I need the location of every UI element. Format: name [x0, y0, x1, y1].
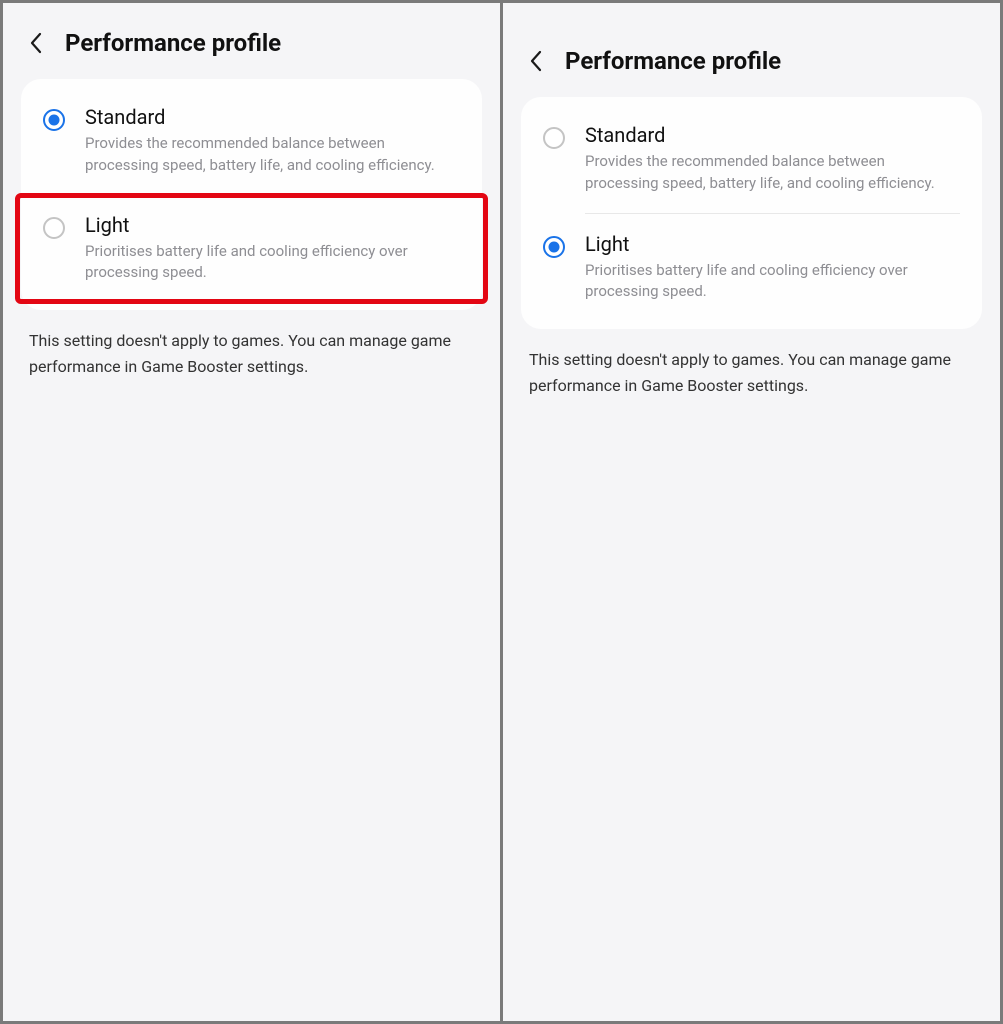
- options-card: Standard Provides the recommended balanc…: [21, 79, 482, 310]
- page-title: Performance profile: [65, 29, 281, 57]
- header: Performance profile: [21, 21, 482, 79]
- panel-left: Performance profile Standard Provides th…: [3, 3, 500, 1021]
- option-standard-desc: Provides the recommended balance between…: [85, 133, 460, 177]
- radio-light[interactable]: [43, 217, 65, 239]
- option-standard-wrapper: Standard Provides the recommended balanc…: [521, 105, 982, 213]
- radio-light[interactable]: [543, 236, 565, 258]
- panel-right: Performance profile Standard Provides th…: [503, 3, 1000, 1021]
- option-light-text: Light Prioritises battery life and cooli…: [85, 213, 460, 285]
- option-standard-wrapper: Standard Provides the recommended balanc…: [21, 87, 482, 195]
- option-light-wrapper: Light Prioritises battery life and cooli…: [21, 195, 482, 303]
- page-title: Performance profile: [565, 47, 781, 75]
- option-light-title: Light: [585, 232, 960, 256]
- header: Performance profile: [521, 21, 982, 97]
- option-light[interactable]: Light Prioritises battery life and cooli…: [21, 195, 482, 303]
- footer-note: This setting doesn't apply to games. You…: [521, 347, 982, 398]
- option-standard-title: Standard: [85, 105, 460, 129]
- back-icon[interactable]: [525, 50, 547, 72]
- option-light-text: Light Prioritises battery life and cooli…: [585, 232, 960, 304]
- option-light-title: Light: [85, 213, 460, 237]
- option-light[interactable]: Light Prioritises battery life and cooli…: [521, 214, 982, 322]
- option-light-wrapper: Light Prioritises battery life and cooli…: [521, 214, 982, 322]
- option-standard-text: Standard Provides the recommended balanc…: [585, 123, 960, 195]
- option-light-desc: Prioritises battery life and cooling eff…: [585, 260, 960, 304]
- radio-standard[interactable]: [43, 109, 65, 131]
- back-icon[interactable]: [25, 32, 47, 54]
- option-light-desc: Prioritises battery life and cooling eff…: [85, 241, 460, 285]
- option-standard[interactable]: Standard Provides the recommended balanc…: [521, 105, 982, 213]
- radio-standard[interactable]: [543, 127, 565, 149]
- option-standard[interactable]: Standard Provides the recommended balanc…: [21, 87, 482, 195]
- option-standard-title: Standard: [585, 123, 960, 147]
- option-standard-text: Standard Provides the recommended balanc…: [85, 105, 460, 177]
- options-card: Standard Provides the recommended balanc…: [521, 97, 982, 329]
- option-standard-desc: Provides the recommended balance between…: [585, 151, 960, 195]
- footer-note: This setting doesn't apply to games. You…: [21, 328, 482, 379]
